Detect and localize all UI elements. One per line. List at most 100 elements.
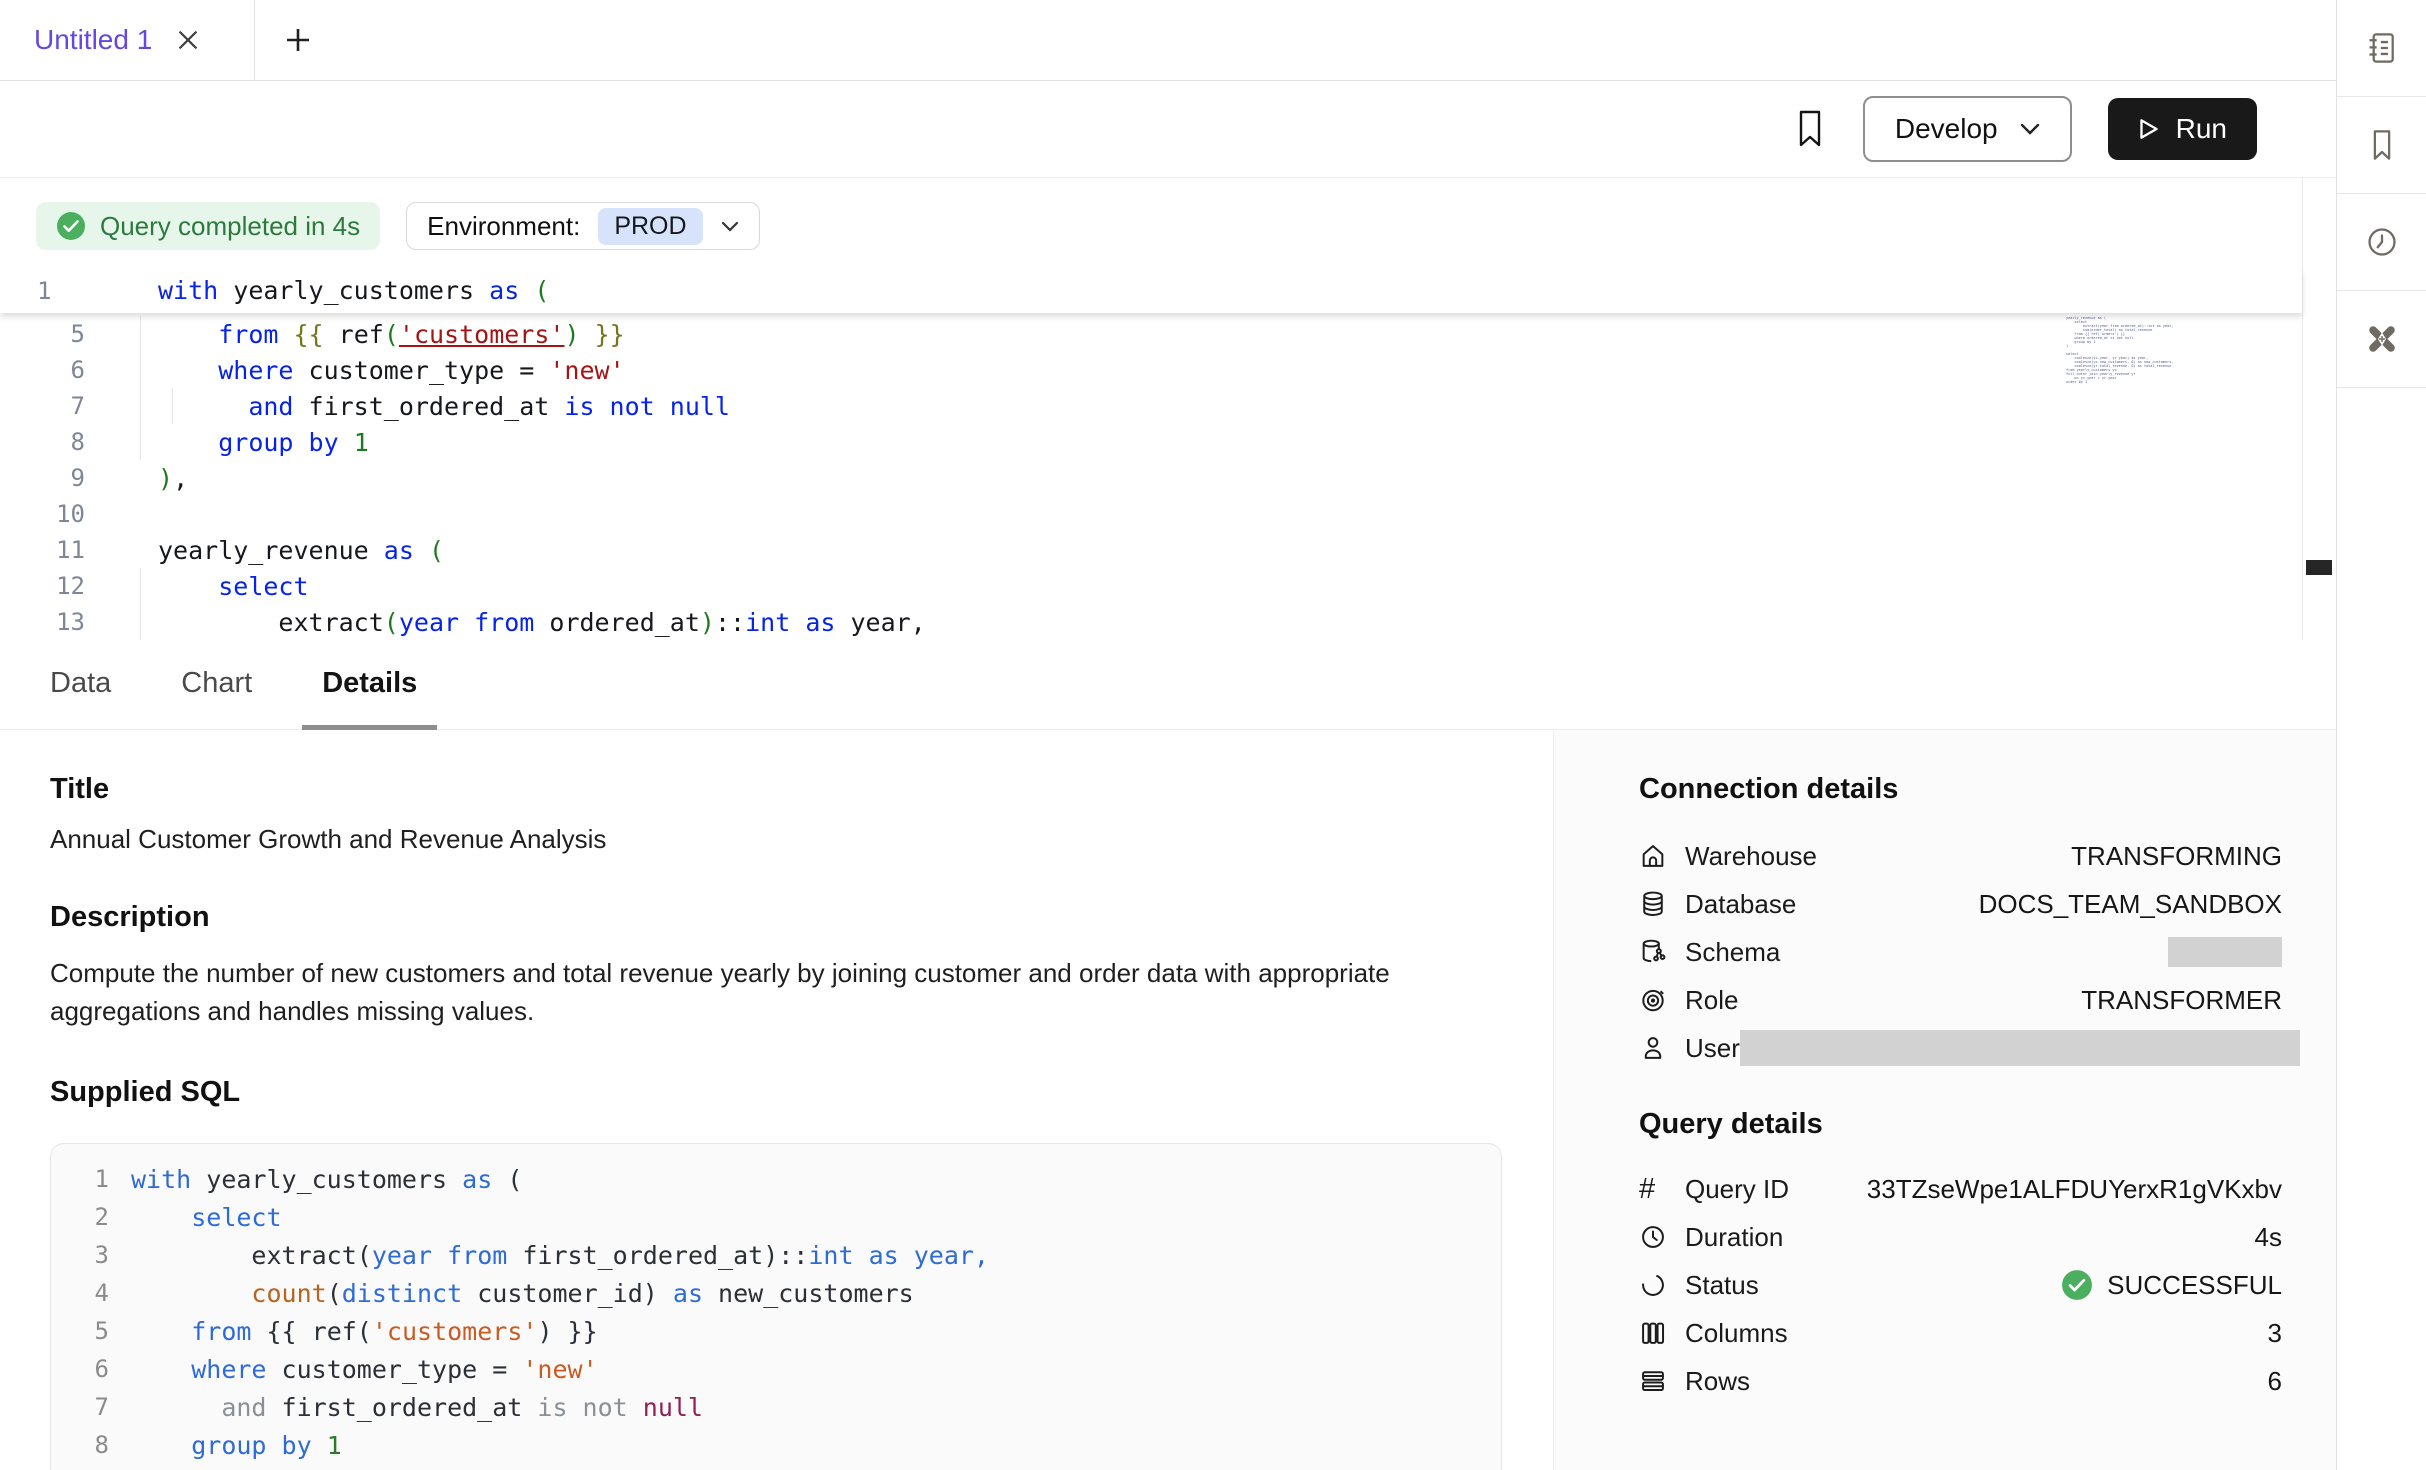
code-line: 9), (0, 460, 2302, 496)
line-number: 3 (61, 1241, 109, 1269)
tab-data-label: Data (50, 667, 111, 700)
code-line: 6 where customer_type = 'new' (61, 1350, 1501, 1388)
line-number: 1 (61, 1165, 109, 1193)
document-tab[interactable]: Untitled 1 (0, 0, 255, 80)
line-number: 8 (61, 1431, 109, 1459)
notebook-icon[interactable] (2337, 0, 2426, 97)
line-number: 5 (0, 320, 85, 348)
rows-icon (1639, 1367, 1671, 1395)
line-content: extract(year from first_ordered_at)::int… (109, 1241, 989, 1270)
line-number: 13 (0, 608, 85, 636)
line-content: where customer_type = 'new' (85, 356, 625, 385)
connection-row-database: Database DOCS_TEAM_SANDBOX (1639, 880, 2282, 928)
title-value: Annual Customer Growth and Revenue Analy… (50, 824, 1553, 855)
document-tab-title: Untitled 1 (34, 24, 152, 56)
description-heading: Description (50, 901, 1553, 934)
line-content: from {{ ref('customers') }} (85, 320, 625, 349)
line-content: group by 1 (109, 1431, 342, 1460)
hash-icon: # (1639, 1173, 1671, 1206)
tab-details[interactable]: Details (302, 637, 437, 729)
editor-code-lines: 5 from {{ ref('customers') }}6 where cus… (0, 316, 2302, 640)
code-line: 5 from {{ ref('customers') }} (0, 316, 2302, 352)
connection-query-panel: Connection details Warehouse TRANSFORMIN… (1553, 731, 2336, 1470)
environment-label: Environment: (427, 211, 580, 242)
code-line: 9), (61, 1464, 1501, 1470)
develop-dropdown-button[interactable]: Develop (1863, 96, 2072, 162)
editor-toolbar: Develop Run (0, 80, 2336, 178)
tab-chart[interactable]: Chart (161, 637, 272, 729)
columns-icon (1639, 1319, 1671, 1347)
warehouse-icon (1639, 842, 1671, 870)
connection-row-user: User (1639, 1024, 2282, 1072)
query-status-badge: Query completed in 4s (36, 202, 380, 250)
redacted-value (2168, 937, 2282, 967)
row-label: Database (1685, 889, 1796, 920)
details-panel: Title Annual Customer Growth and Revenue… (0, 731, 1553, 1470)
row-value: 6 (2268, 1366, 2282, 1397)
bookmark-icon[interactable] (2337, 97, 2426, 194)
right-icon-sidebar (2336, 0, 2426, 1470)
line-number: 8 (0, 428, 85, 456)
run-button[interactable]: Run (2108, 98, 2257, 160)
line-number: 7 (0, 392, 85, 420)
code-line: 7 and first_ordered_at is not null (61, 1388, 1501, 1426)
sql-workbench-window: Untitled 1 Develop Run (0, 0, 2426, 1470)
environment-selector[interactable]: Environment: PROD (406, 202, 759, 250)
line-number: 1 (0, 277, 85, 305)
code-line: 12 select (0, 568, 2302, 604)
row-value: DOCS_TEAM_SANDBOX (1979, 889, 2282, 920)
query-row-columns: Columns 3 (1639, 1309, 2282, 1357)
clock-icon (1639, 1223, 1671, 1251)
database-icon (1639, 890, 1671, 918)
title-heading: Title (50, 773, 1553, 806)
row-value: TRANSFORMER (2081, 985, 2282, 1016)
supplied-sql-heading: Supplied SQL (50, 1076, 1553, 1109)
line-number: 4 (61, 1279, 109, 1307)
plus-icon (283, 25, 313, 55)
query-status-row: Query completed in 4s Environment: PROD (36, 202, 760, 250)
row-label: Schema (1685, 937, 1780, 968)
line-content: ), (85, 464, 188, 493)
sparkle-x-icon[interactable] (2337, 291, 2426, 388)
code-line: 3 extract(year from first_ordered_at)::i… (61, 1236, 1501, 1274)
row-label: Status (1685, 1270, 1759, 1301)
spinner-icon (1639, 1271, 1671, 1299)
query-row-rows: Rows 6 (1639, 1357, 2282, 1405)
row-label: Columns (1685, 1318, 1788, 1349)
line-number: 7 (61, 1393, 109, 1421)
tab-data[interactable]: Data (30, 637, 131, 729)
new-tab-button[interactable] (255, 0, 313, 80)
tab-chart-label: Chart (181, 667, 252, 700)
row-value: 33TZseWpe1ALFDUYerxR1gVKxbv (1867, 1174, 2282, 1205)
row-label: Role (1685, 985, 1738, 1016)
schema-icon (1639, 938, 1671, 966)
tab-details-label: Details (322, 667, 417, 700)
line-content: count(distinct customer_id) as new_custo… (109, 1279, 914, 1308)
line-content: from {{ ref('customers') }} (109, 1317, 598, 1346)
document-tab-bar: Untitled 1 (0, 0, 2336, 81)
connection-details-heading: Connection details (1639, 773, 2282, 806)
redacted-value (1740, 1030, 2300, 1066)
editor-scrollbar-thumb[interactable] (2306, 560, 2332, 575)
row-value-redacted (1740, 1030, 2300, 1066)
line-content: yearly_revenue as ( (85, 536, 444, 565)
row-label: User (1685, 1033, 1740, 1064)
chevron-down-icon (2020, 123, 2040, 135)
line-number: 6 (0, 356, 85, 384)
play-icon (2138, 117, 2160, 141)
run-button-label: Run (2176, 113, 2227, 145)
close-icon[interactable] (176, 28, 200, 52)
query-row-duration: Duration 4s (1639, 1213, 2282, 1261)
connection-row-warehouse: Warehouse TRANSFORMING (1639, 832, 2282, 880)
row-label: Rows (1685, 1366, 1750, 1397)
bookmark-icon[interactable] (1793, 108, 1827, 150)
sql-editor[interactable]: 1with yearly_customers as ( 5 from {{ re… (0, 268, 2302, 640)
history-clock-icon[interactable] (2337, 194, 2426, 291)
line-content: and first_ordered_at is not null (85, 392, 730, 421)
row-label: Query ID (1685, 1174, 1789, 1205)
chevron-down-icon (721, 221, 739, 232)
status-badge: SUCCESSFUL (2061, 1269, 2282, 1301)
query-row-id: # Query ID 33TZseWpe1ALFDUYerxR1gVKxbv (1639, 1165, 2282, 1213)
code-line: 11yearly_revenue as ( (0, 532, 2302, 568)
editor-scrollbar-track (2302, 178, 2303, 640)
